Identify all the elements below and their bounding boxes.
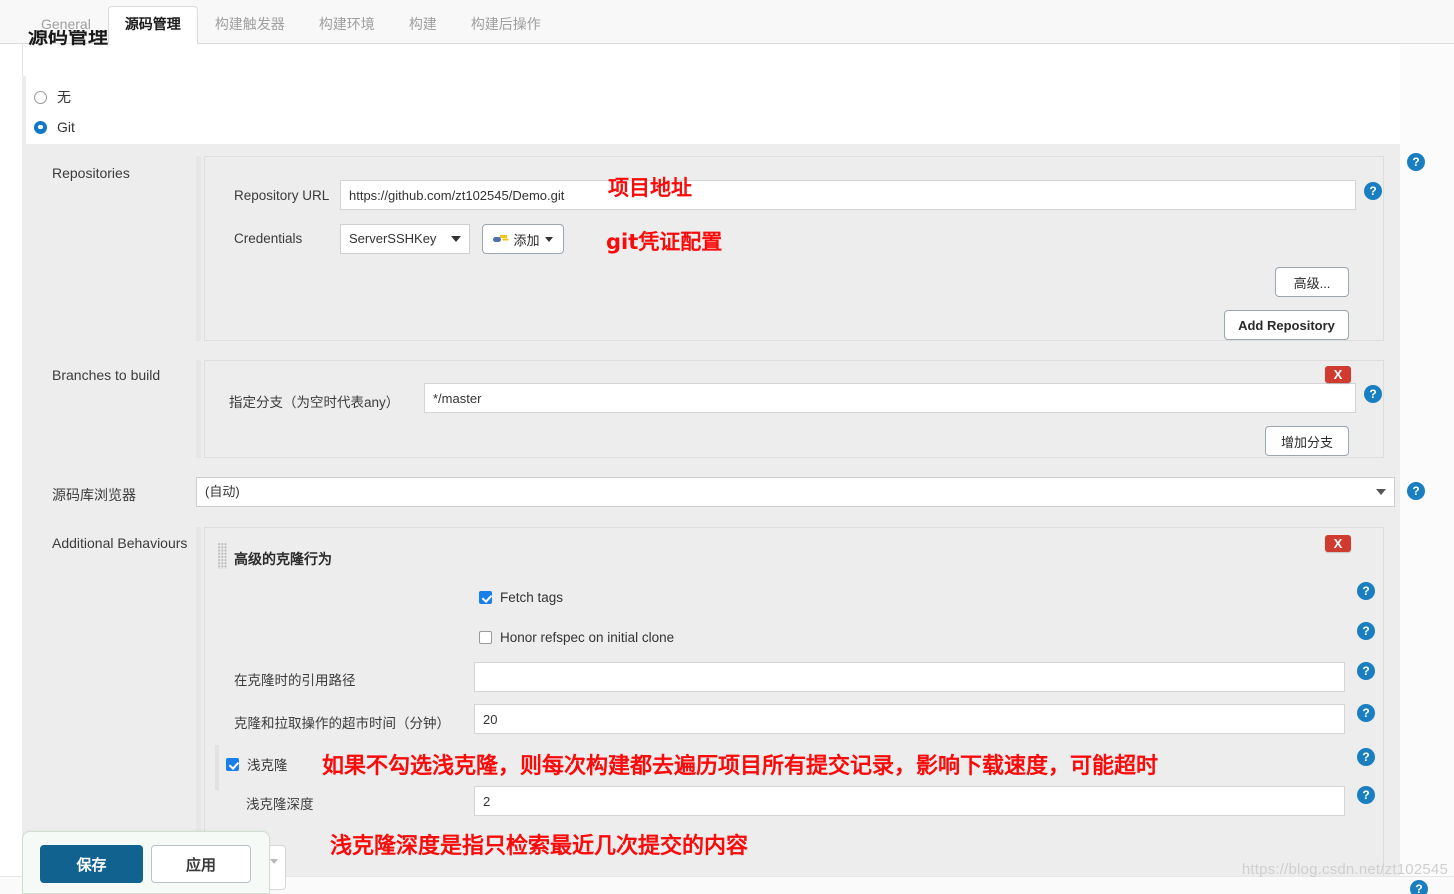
tab-source-control[interactable]: 源码管理 [107, 6, 198, 44]
help-icon-fetch-tags[interactable]: ? [1357, 582, 1375, 600]
advanced-button-label: 高级... [1293, 275, 1331, 291]
tab-build[interactable]: 构建 [392, 6, 454, 43]
repositories-panel-rail [196, 156, 201, 341]
honor-refspec-row[interactable]: Honor refspec on initial clone [479, 630, 674, 645]
config-tabbar: General 源码管理 构建触发器 构建环境 构建 构建后操作 [0, 0, 1454, 44]
credentials-selected-value: ServerSSHKey [349, 231, 437, 246]
radio-git-mark[interactable] [34, 120, 47, 134]
shallow-depth-label: 浅克隆深度 [246, 797, 314, 812]
additional-behaviours-panel-rail [196, 527, 201, 877]
repository-url-label: Repository URL [234, 188, 330, 203]
add-credentials-button[interactable]: 添加 [482, 224, 564, 254]
help-icon-shallow-depth[interactable]: ? [1357, 786, 1375, 804]
repositories-label: Repositories [52, 165, 130, 181]
key-icon [493, 234, 508, 244]
radio-group-guide [22, 76, 26, 144]
jenkins-job-config-page: General 源码管理 构建触发器 构建环境 构建 构建后操作 源码管理 无 … [0, 0, 1454, 894]
save-button[interactable]: 保存 [40, 845, 143, 883]
page-title: 源码管理 [28, 30, 108, 48]
tab-build-triggers[interactable]: 构建触发器 [198, 6, 302, 43]
fetch-tags-label: Fetch tags [500, 590, 564, 605]
add-repository-button[interactable]: Add Repository [1224, 310, 1349, 340]
annotation-shallow-clone: 如果不勾选浅克隆，则每次构建都去遍历项目所有提交记录，影响下载速度，可能超时 [322, 754, 1159, 779]
add-branch-button[interactable]: 增加分支 [1265, 426, 1349, 456]
caret-down-icon [544, 236, 553, 242]
shallow-clone-row[interactable]: 浅克隆 [226, 754, 288, 774]
apply-button-label: 应用 [185, 856, 216, 874]
csdn-watermark: https://blog.csdn.net/zt102545 [1241, 861, 1448, 878]
chevron-down-icon [1376, 489, 1386, 495]
save-button-label: 保存 [76, 856, 107, 874]
honor-refspec-label: Honor refspec on initial clone [500, 630, 675, 645]
shallow-depth-input[interactable] [474, 786, 1345, 816]
radio-git-label: Git [57, 119, 75, 135]
delete-behaviour-button[interactable]: X [1325, 535, 1351, 552]
help-icon-shallow-clone[interactable]: ? [1357, 748, 1375, 766]
radio-none-mark[interactable] [34, 90, 47, 104]
annotation-repo-url: 项目地址 [608, 176, 692, 200]
shallow-clone-guide [215, 745, 219, 790]
save-bar: 保存 应用 [22, 831, 270, 894]
delete-branch-button[interactable]: X [1325, 366, 1351, 383]
branches-panel-rail [196, 360, 201, 458]
help-icon-reference-path[interactable]: ? [1357, 662, 1375, 680]
clone-timeout-input[interactable] [474, 704, 1345, 734]
help-icon-footer[interactable]: ? [1410, 880, 1428, 894]
help-icon-repositories[interactable]: ? [1407, 153, 1425, 171]
fetch-tags-row[interactable]: Fetch tags [479, 590, 563, 605]
clone-timeout-label: 克隆和拉取操作的超市时间（分钟） [234, 716, 450, 731]
credentials-select[interactable]: ServerSSHKey [340, 224, 470, 254]
annotation-credentials: git凭证配置 [606, 230, 723, 254]
radio-none-label: 无 [57, 89, 71, 105]
credentials-label: Credentials [234, 231, 303, 246]
help-icon-repository-url[interactable]: ? [1364, 182, 1382, 200]
help-icon-branch-specifier[interactable]: ? [1364, 385, 1382, 403]
shallow-clone-checkbox[interactable] [226, 757, 239, 771]
radio-scm-none[interactable]: 无 [34, 87, 71, 107]
advanced-clone-block [204, 527, 1384, 877]
branch-specifier-input[interactable] [424, 383, 1356, 413]
add-repository-button-label: Add Repository [1238, 317, 1335, 333]
branches-label: Branches to build [52, 367, 161, 383]
annotation-shallow-depth: 浅克隆深度是指只检索最近几次提交的内容 [330, 834, 749, 859]
radio-scm-git[interactable]: Git [34, 119, 75, 135]
help-icon-honor-refspec[interactable]: ? [1357, 622, 1375, 640]
reference-path-input[interactable] [474, 662, 1345, 692]
content-right-gutter [1400, 44, 1454, 877]
honor-refspec-checkbox[interactable] [479, 631, 492, 644]
advanced-clone-block-title: 高级的克隆行为 [234, 551, 332, 567]
repository-browser-label: 源码库浏览器 [52, 487, 136, 503]
drag-handle-icon[interactable] [218, 543, 227, 569]
help-icon-repository-browser[interactable]: ? [1407, 482, 1425, 500]
add-credentials-label: 添加 [513, 232, 540, 248]
repository-url-input[interactable] [340, 180, 1356, 210]
advanced-button[interactable]: 高级... [1275, 267, 1349, 297]
help-icon-clone-timeout[interactable]: ? [1357, 704, 1375, 722]
repository-browser-selected-value: (自动) [205, 484, 240, 499]
reference-path-label: 在克隆时的引用路径 [234, 673, 356, 688]
repository-browser-select[interactable]: (自动) [196, 477, 1395, 507]
chevron-down-icon [451, 236, 461, 242]
apply-button[interactable]: 应用 [151, 845, 251, 883]
caret-down-icon [270, 859, 278, 864]
tab-build-env[interactable]: 构建环境 [302, 6, 392, 43]
branch-specifier-label: 指定分支（为空时代表any） [229, 395, 400, 410]
add-branch-button-label: 增加分支 [1280, 434, 1333, 450]
tab-post-build[interactable]: 构建后操作 [454, 6, 558, 43]
fetch-tags-checkbox[interactable] [479, 591, 492, 604]
additional-behaviours-label: Additional Behaviours [52, 535, 188, 551]
shallow-clone-label: 浅克隆 [247, 758, 288, 773]
